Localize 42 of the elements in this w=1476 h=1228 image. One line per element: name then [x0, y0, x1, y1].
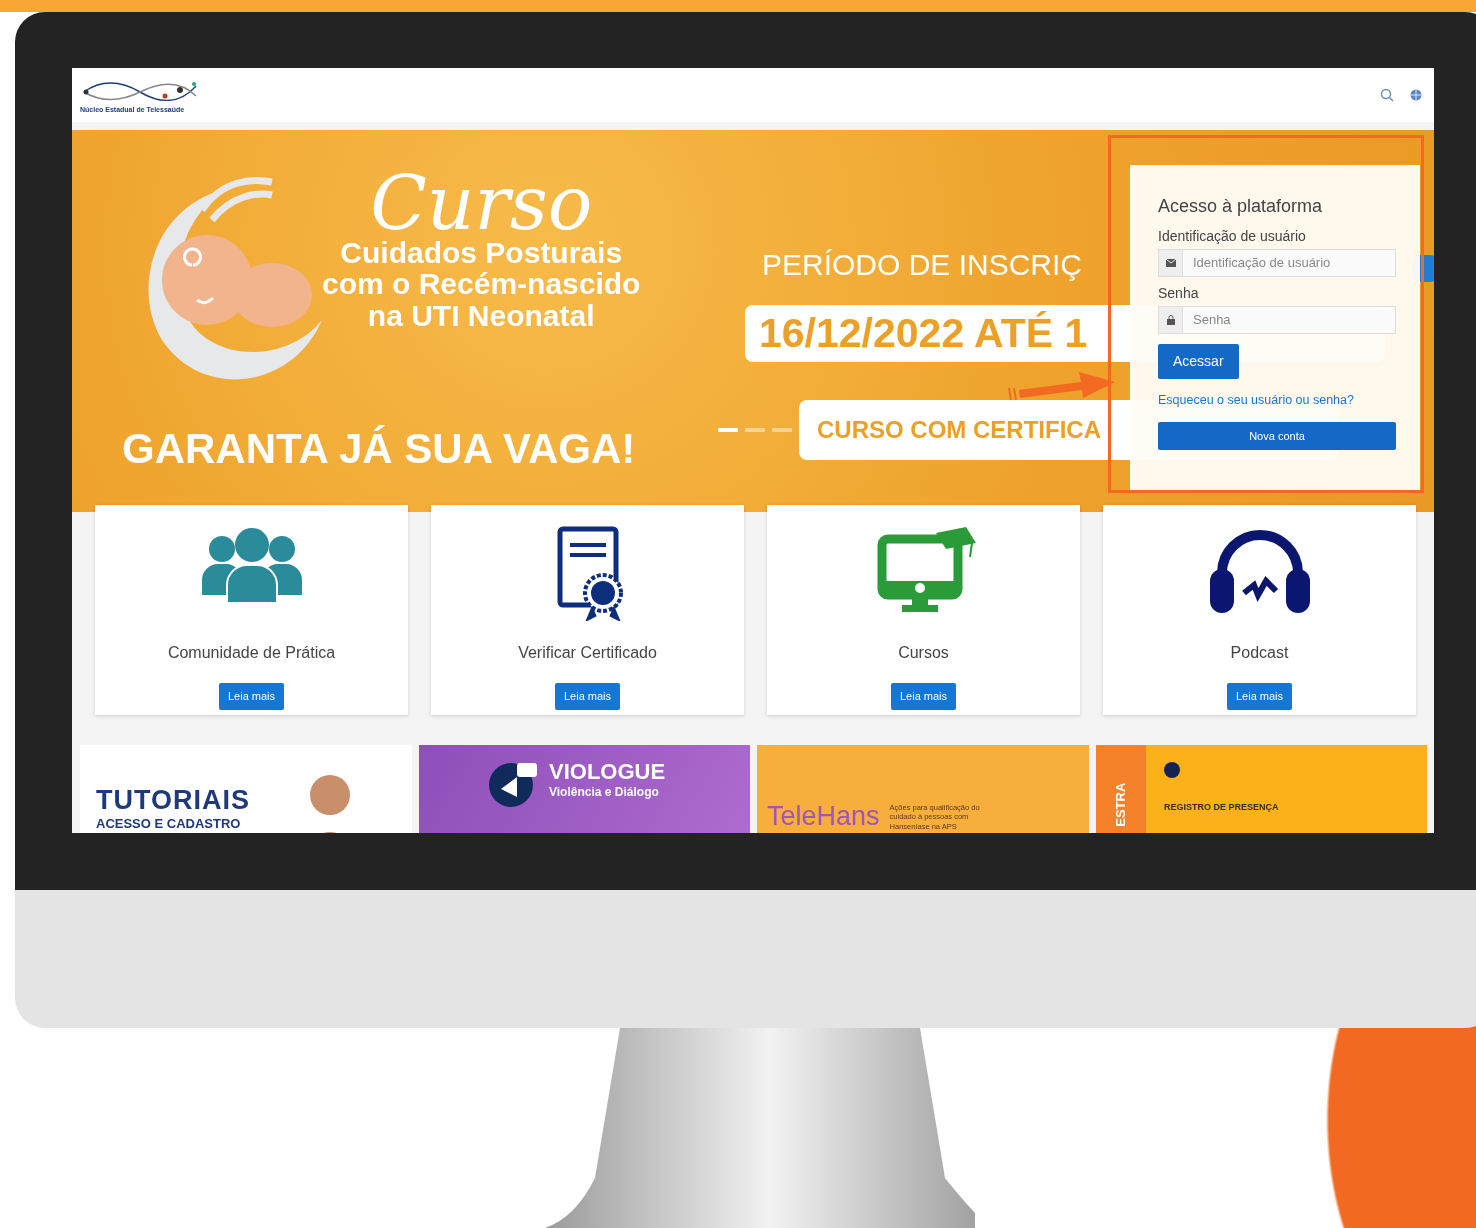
envelope-icon: [1165, 259, 1176, 267]
search-icon: [1380, 88, 1394, 102]
course-subtitle: Cuidados Posturais: [340, 236, 623, 269]
period-label: PERÍODO DE INSCRIÇ: [762, 247, 1083, 283]
lock-icon: [1166, 315, 1175, 325]
card-title: Cursos: [898, 643, 949, 663]
banner-title: TUTORIAIS: [96, 787, 251, 814]
login-title: Acesso à plataforma: [1158, 195, 1324, 218]
forgot-password-link[interactable]: Esqueceu o seu usuário ou senha?: [1158, 391, 1396, 410]
tutorial-banner[interactable]: TUTORIAIS ACESSO E CADASTRO: [80, 745, 412, 833]
field-label: Senha: [1158, 284, 1200, 303]
date-text: 16/12/2022 ATÉ 1: [759, 308, 1088, 358]
banner-subtitle: REGISTRO DE PRESENÇA: [1164, 801, 1279, 814]
banner-title: TeleHans: [767, 803, 880, 830]
carousel-indicator[interactable]: [772, 428, 792, 432]
read-more-button[interactable]: Leia mais: [1226, 683, 1293, 710]
card-title: Comunidade de Prática: [167, 643, 336, 663]
banner-subtitle: Violência e Diálogo: [549, 784, 660, 801]
attendance-banner[interactable]: ESTRA REGISTRO DE PRESENÇA: [1096, 745, 1427, 833]
ball-icon: [1164, 761, 1180, 778]
field-label: Identificação de usuário: [1158, 227, 1307, 246]
globe-icon: [1410, 89, 1422, 101]
course-script-title: Curso: [370, 170, 593, 237]
read-more-button[interactable]: Leia mais: [554, 683, 621, 710]
call-to-action-text: GARANTA JÁ SUA VAGA!: [122, 424, 637, 474]
login-button[interactable]: Acessar: [1158, 344, 1239, 379]
card-title: Podcast: [1230, 643, 1289, 663]
input-field[interactable]: Identificação de usuário: [1183, 249, 1396, 277]
certificate-text: CURSO COM CERTIFICA: [817, 415, 1101, 445]
carousel-indicator[interactable]: [718, 428, 738, 432]
course-subtitle: com o Recém-nascido: [322, 268, 641, 300]
read-more-button[interactable]: Leia mais: [218, 683, 285, 710]
carousel-indicator[interactable]: [745, 428, 765, 432]
input-field[interactable]: Senha: [1183, 306, 1396, 334]
side-label: ESTRA: [1112, 782, 1130, 827]
read-more-button[interactable]: Leia mais: [890, 683, 957, 710]
card-title: Verificar Certificado: [518, 643, 657, 663]
banner-subtitle: ACESSO E CADASTRO: [96, 815, 242, 833]
course-subtitle: na UTI Neonatal: [367, 299, 595, 332]
banner-title: VIOLOGUE: [549, 761, 666, 783]
viologue-banner[interactable]: VIOLOGUE Violência e Diálogo: [419, 745, 750, 833]
new-account-button[interactable]: Nova conta: [1158, 421, 1396, 451]
